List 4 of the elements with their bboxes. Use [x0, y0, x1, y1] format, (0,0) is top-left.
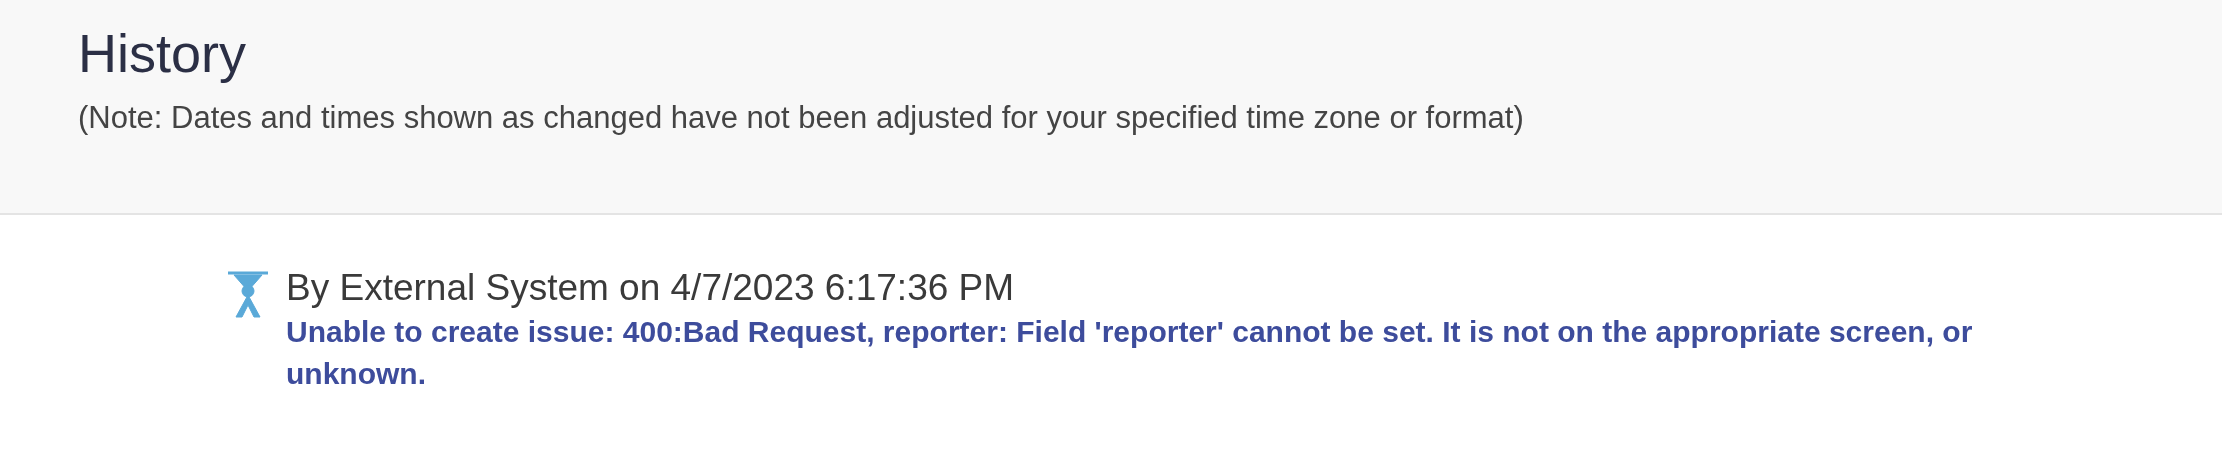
section-title: History: [78, 22, 247, 85]
timezone-note: (Note: Dates and times shown as changed have not been adjusted for your specified time zone or format): [78, 99, 1525, 137]
entry-byline: By External System on 4/7/2023 6:17:36 PM: [286, 266, 1016, 310]
error-message: Unable to create issue: 400:Bad Request, reporter: Field 'reporter' cannot be set. It is not on the appropriate screen, or unknown.: [286, 314, 1974, 392]
